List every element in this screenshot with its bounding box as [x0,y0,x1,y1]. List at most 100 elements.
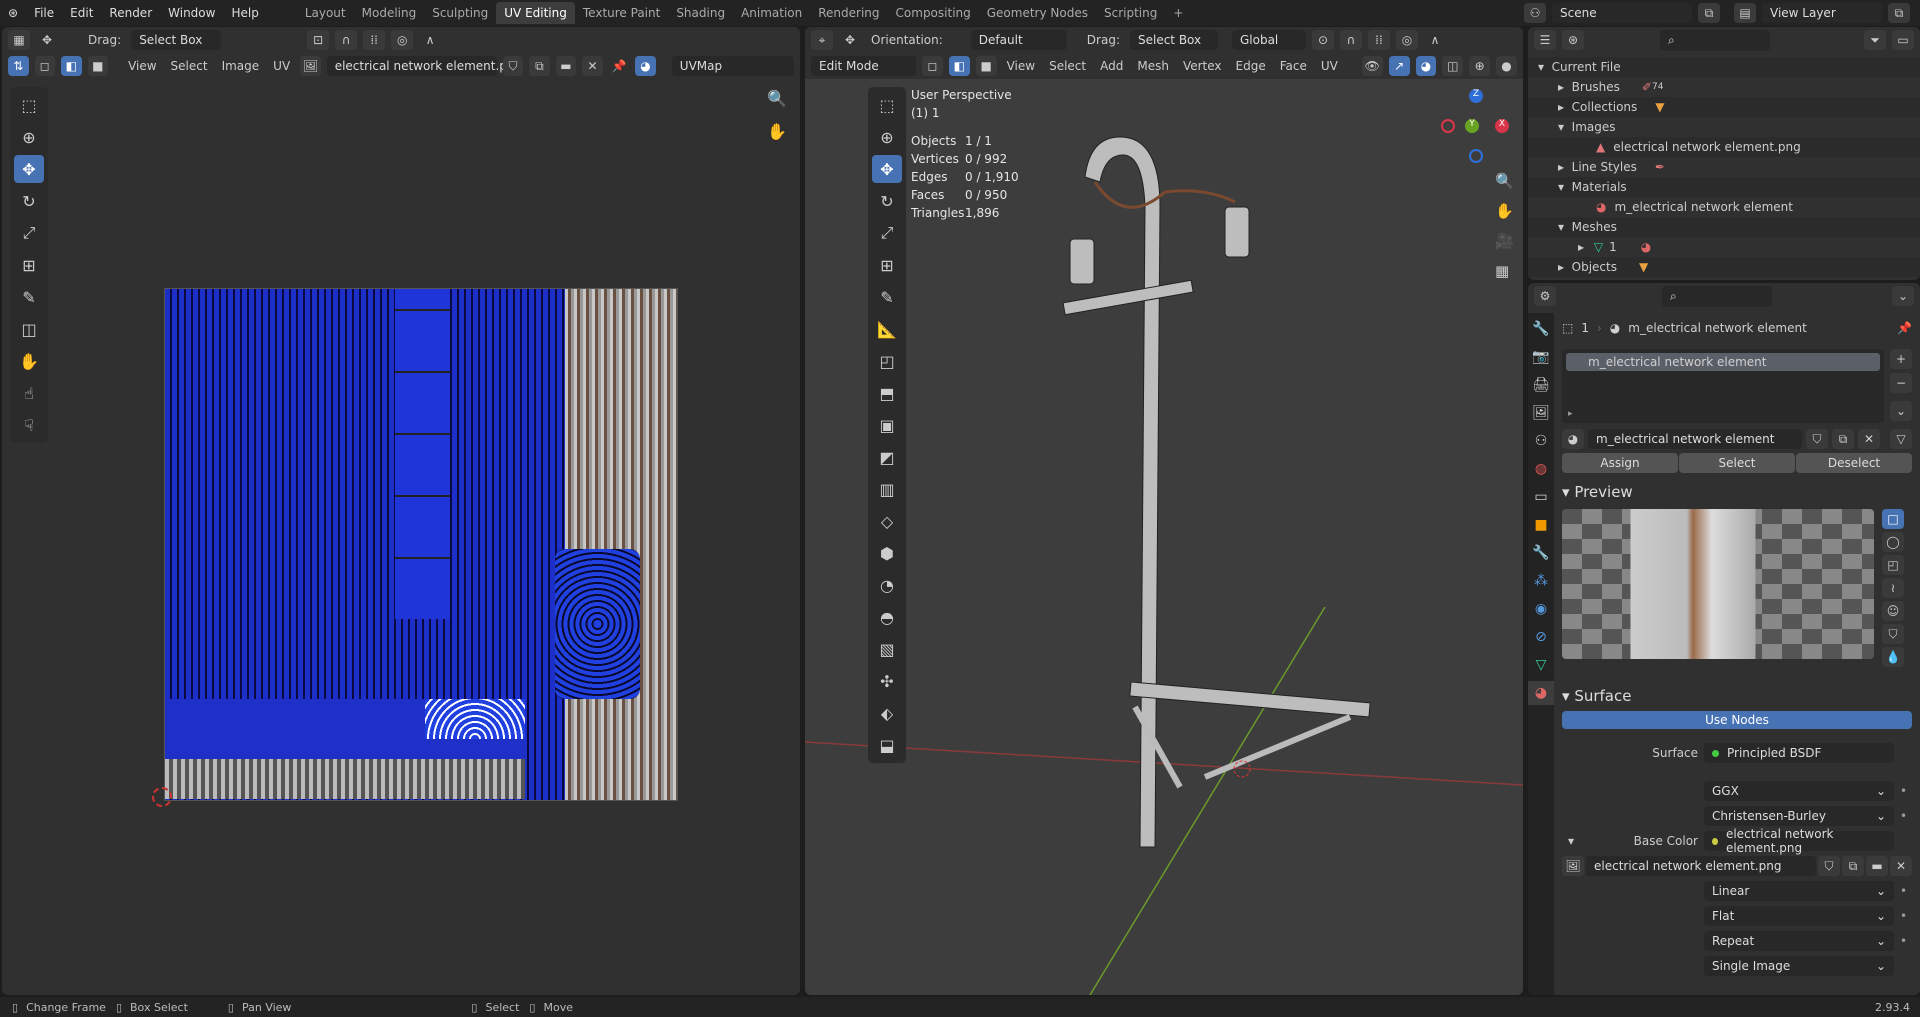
uv-map-field[interactable]: UVMap [671,56,795,76]
image-browse-icon[interactable]: 🖼 [300,56,321,76]
menu-uv[interactable]: UV [269,59,294,73]
preview-monkey-icon[interactable]: ☺ [1882,601,1904,621]
tree-current-file[interactable]: ▾ Current File [1528,57,1920,77]
tree-line-styles[interactable]: ▸ Line Styles ✒ [1528,157,1920,177]
editor-type-icon[interactable]: ▦ [8,30,30,50]
drag-select[interactable]: Select Box [131,30,222,50]
projection-select[interactable]: Flat ⌄ [1704,906,1894,926]
fake-user-icon[interactable]: ⛉ [1818,856,1840,876]
remove-slot-icon[interactable]: − [1890,373,1912,393]
base-color-field[interactable]: electrical network element.png [1704,827,1894,855]
menu-select[interactable]: Select [167,59,212,73]
properties-search-icon[interactable]: ⌕ [1662,285,1772,307]
material-tab-icon[interactable]: ◕ [1528,681,1554,705]
tab-uv-editing[interactable]: UV Editing [496,2,575,24]
annotate-tool-icon[interactable]: ✎ [872,283,902,311]
cursor-tool-icon[interactable]: ⊕ [14,123,44,151]
particles-tab-icon[interactable]: ⁂ [1528,569,1554,593]
slot-menu-icon[interactable]: ⌄ [1890,401,1912,421]
inset-tool-icon[interactable]: ▣ [872,411,902,439]
fake-user-icon[interactable]: ⛉ [1806,429,1828,449]
view-layer-icon[interactable]: ▤ [1734,3,1756,23]
pivot-icon[interactable]: ⊡ [307,30,330,50]
surface-panel-header[interactable]: ▾ Surface [1562,687,1912,705]
bevel-tool-icon[interactable]: ◩ [872,443,902,471]
tree-meshes[interactable]: ▾ Meshes [1528,217,1920,237]
object-tab-icon[interactable]: ■ [1528,513,1554,537]
link-data-icon[interactable]: ▽ [1890,429,1912,449]
menu-edit[interactable]: Edit [62,6,101,20]
tree-material-item[interactable]: ◕ m_electrical network element [1528,197,1920,217]
new-image-icon[interactable]: ⧉ [1842,856,1864,876]
duplicate-material-icon[interactable]: ⧉ [1832,429,1854,449]
pinch-tool-icon[interactable]: ☟ [14,411,44,439]
material-browse-icon[interactable]: ◕ [1562,429,1584,449]
editor-type-icon[interactable]: ⚙ [1534,286,1556,306]
knife-tool-icon[interactable]: ◇ [872,507,902,535]
select-box-tool-icon[interactable]: ⬚ [14,91,44,119]
gizmo-neg-x[interactable] [1441,119,1455,133]
shear-tool-icon[interactable]: ⬖ [872,699,902,727]
source-select[interactable]: Single Image ⌄ [1704,956,1894,976]
new-image-icon[interactable]: ⧉ [529,56,550,76]
rip-tool-icon[interactable]: ◫ [14,315,44,343]
grab-tool-icon[interactable]: ✋ [14,347,44,375]
rip-region-tool-icon[interactable]: ⬓ [872,731,902,759]
material-slot[interactable]: m_electrical network element [1566,353,1880,371]
falloff-icon[interactable]: ∧ [419,30,441,50]
tool-tab-icon[interactable]: 🔧 [1528,317,1554,341]
surface-shader-field[interactable]: Principled BSDF [1704,743,1894,763]
move-tool-icon[interactable]: ✥ [14,155,44,183]
select-button[interactable]: Select [1679,453,1795,473]
tab-shading[interactable]: Shading [668,2,733,24]
menu-render[interactable]: Render [101,6,160,20]
scene-icon[interactable]: ⚇ [1524,3,1546,23]
material-name-field[interactable]: m_electrical network element [1588,429,1802,449]
render-tab-icon[interactable]: 📷 [1528,345,1554,369]
menu-help[interactable]: Help [223,6,266,20]
add-slot-icon[interactable]: + [1890,349,1912,369]
scene-tab-icon[interactable]: ⚇ [1528,429,1554,453]
face-select-icon[interactable]: ■ [87,56,109,76]
options-chevron-icon[interactable]: ⌄ [1892,286,1914,306]
unlink-material-icon[interactable]: ✕ [1858,429,1880,449]
new-view-layer-icon[interactable]: ⧉ [1888,3,1910,23]
gizmo-y[interactable]: Y [1465,119,1479,133]
open-image-icon[interactable]: ▬ [555,56,577,76]
tree-collections[interactable]: ▸ Collections ▼ [1528,97,1920,117]
blender-file-icon[interactable]: ⊛ [1562,30,1584,50]
relax-tool-icon[interactable]: ☝ [14,379,44,407]
tree-materials[interactable]: ▾ Materials [1528,177,1920,197]
tab-rendering[interactable]: Rendering [810,2,887,24]
ortho-grid-icon[interactable]: ▦ [1495,262,1514,280]
preview-cube-icon[interactable]: ◰ [1882,555,1904,575]
physics-tab-icon[interactable]: ◉ [1528,597,1554,621]
extrude-tool-icon[interactable]: ⬒ [872,379,902,407]
move-icon[interactable]: ✥ [36,30,58,50]
world-tab-icon[interactable]: ◍ [1528,457,1554,481]
preview-sphere-icon[interactable]: ◯ [1882,532,1904,552]
assign-button[interactable]: Assign [1562,453,1678,473]
spin-tool-icon[interactable]: ◔ [872,571,902,599]
tree-image-item[interactable]: ▲ electrical network element.png [1528,137,1920,157]
modifier-tab-icon[interactable]: 🔧 [1528,541,1554,565]
overlay-icon[interactable]: ◕ [635,56,656,76]
pan-hand-icon[interactable]: ✋ [1495,202,1514,220]
zoom-icon[interactable]: 🔍 [767,89,787,108]
base-color-label[interactable]: ▾ Base Color [1562,834,1698,848]
expand-icon[interactable]: ▸ [1568,409,1573,419]
deselect-button[interactable]: Deselect [1796,453,1912,473]
shrink-fatten-tool-icon[interactable]: ✣ [872,667,902,695]
fake-user-icon[interactable]: ⛉ [502,56,524,76]
new-collection-icon[interactable]: ▭ [1892,30,1914,50]
snap-icon[interactable]: ∩ [335,30,358,50]
pin-icon[interactable]: 📌 [1897,321,1912,335]
menu-file[interactable]: File [26,6,62,20]
unlink-image-icon[interactable]: ✕ [582,56,603,76]
gizmo-z[interactable]: Z [1469,89,1483,103]
scene-field[interactable]: Scene [1552,3,1692,23]
use-nodes-button[interactable]: Use Nodes [1562,711,1912,729]
preview-panel-header[interactable]: ▾ Preview [1562,483,1912,501]
tab-geometry-nodes[interactable]: Geometry Nodes [979,2,1096,24]
2d-cursor-icon[interactable] [152,787,172,807]
